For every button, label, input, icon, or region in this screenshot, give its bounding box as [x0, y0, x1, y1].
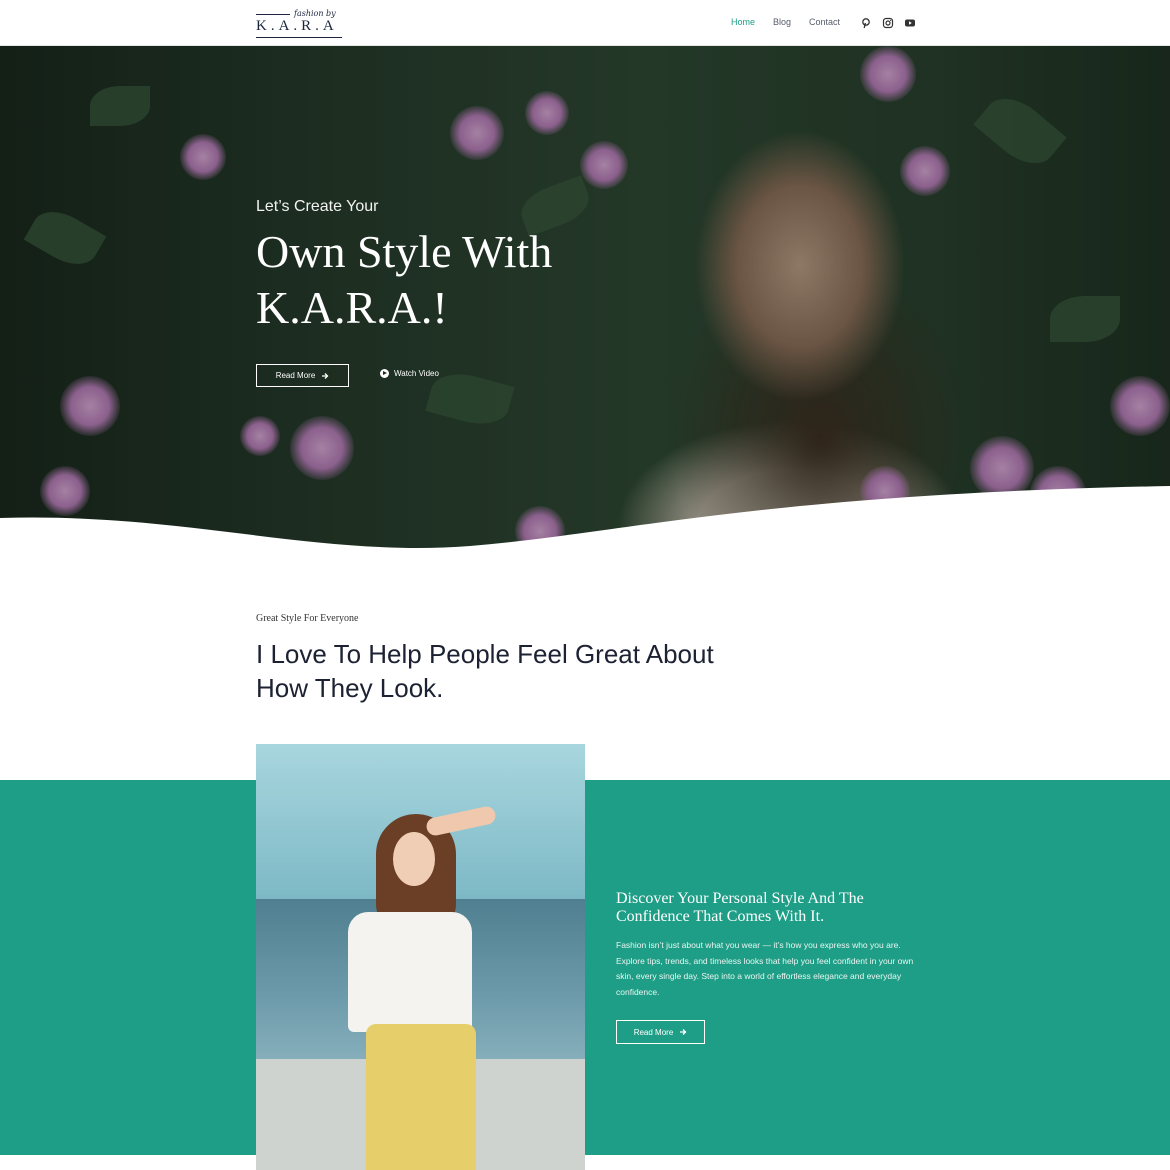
photo-shirt — [348, 912, 472, 1032]
button-label: Read More — [633, 1027, 674, 1037]
feature-band — [0, 780, 1170, 1155]
arrow-right-icon — [322, 372, 329, 379]
logo-wordmark: K.A.R.A — [256, 18, 338, 34]
photo-arm — [424, 804, 498, 838]
feature-title: Discover Your Personal Style And The Con… — [616, 890, 864, 925]
photo-skirt — [366, 1024, 476, 1170]
nav-item-contact[interactable]: Contact — [809, 17, 840, 27]
pinterest-icon[interactable] — [860, 17, 872, 29]
feature-read-more-button[interactable]: Read More — [616, 1020, 705, 1044]
watch-video-link[interactable]: Watch Video — [380, 369, 439, 378]
hero-subtitle: Let’s Create Your — [256, 198, 379, 215]
logo-rule — [256, 14, 290, 15]
hero-banner: Let’s Create Your Own Style With K.A.R.A… — [0, 46, 1170, 566]
hero-wave-divider — [0, 486, 1170, 566]
social-links — [860, 17, 916, 29]
youtube-icon[interactable] — [904, 17, 916, 29]
logo-script: fashion by — [294, 9, 336, 18]
feature-photo — [256, 744, 585, 1170]
hero-title: Own Style With K.A.R.A.! — [256, 226, 553, 333]
nav-item-blog[interactable]: Blog — [773, 17, 791, 27]
nav-item-home[interactable]: Home — [731, 17, 755, 27]
button-label: Read More — [275, 371, 316, 380]
instagram-icon[interactable] — [882, 17, 894, 29]
play-icon — [380, 369, 389, 378]
photo-face — [393, 832, 435, 886]
arrow-right-icon — [680, 1029, 687, 1035]
logo-rule — [256, 37, 342, 38]
watch-video-label: Watch Video — [394, 369, 439, 378]
main-nav: Home Blog Contact — [731, 17, 858, 27]
section-heading: I Love To Help People Feel Great About H… — [256, 639, 714, 703]
feature-text: Fashion isn’t just about what you wear —… — [616, 940, 914, 997]
hero-read-more-button[interactable]: Read More — [256, 364, 349, 387]
section-kicker: Great Style For Everyone — [256, 613, 359, 624]
site-header: fashion by K.A.R.A Home Blog Contact — [0, 0, 1170, 46]
brand-logo[interactable]: fashion by K.A.R.A — [256, 8, 344, 40]
